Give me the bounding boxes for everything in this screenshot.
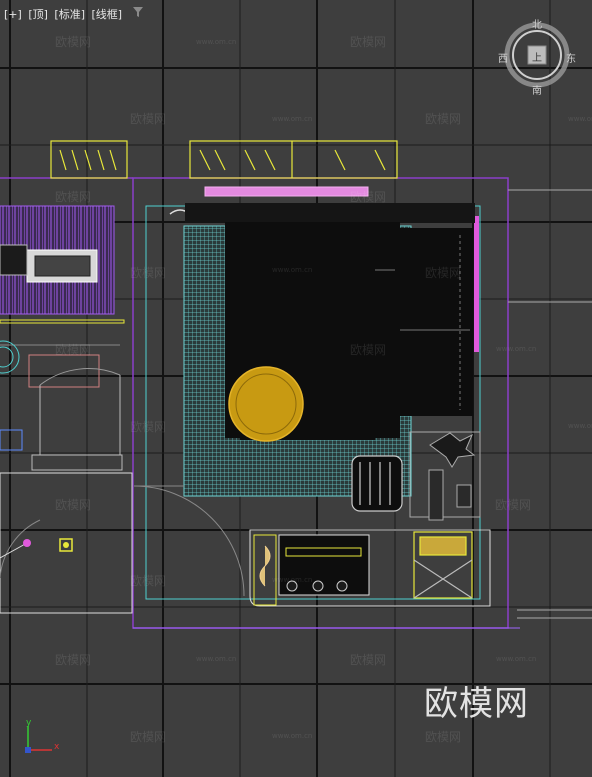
axis-x-label: x <box>54 742 60 752</box>
curtains[interactable] <box>169 203 475 223</box>
armchair[interactable] <box>351 455 403 512</box>
viewport-plus-menu[interactable]: [+] <box>4 8 22 21</box>
viewport-top-wireframe[interactable]: 欧模网 www.om.cn 欧模网 欧模网 www.om.cn 欧模网 www.… <box>0 0 592 777</box>
viewport-label-menu[interactable]: [+] [顶] [标准] [线框] <box>4 6 125 22</box>
compass-north-label: 北 <box>532 20 542 31</box>
viewport-display-menu[interactable]: [线框] <box>92 8 123 21</box>
watermark-logo-text: 欧模网 <box>424 684 529 724</box>
plant[interactable] <box>409 431 481 521</box>
funnel-icon[interactable] <box>132 6 144 18</box>
door-swing <box>0 485 245 597</box>
compass-west-label: 西 <box>498 54 508 65</box>
viewport-view-menu[interactable]: [顶] <box>28 8 48 21</box>
axis-y-label: y <box>26 718 32 728</box>
bathroom-tiles[interactable] <box>0 205 115 315</box>
viewport-canvas[interactable] <box>0 0 592 777</box>
compass-south-label: 南 <box>532 86 542 97</box>
bathroom-fixtures[interactable] <box>0 319 133 614</box>
viewport-shading-menu[interactable]: [标准] <box>54 8 85 21</box>
compass-east-label: 东 <box>566 54 576 65</box>
desk[interactable] <box>413 531 473 599</box>
window-left[interactable] <box>50 140 128 179</box>
window-right[interactable] <box>189 140 398 179</box>
round-stool[interactable] <box>228 366 304 442</box>
viewcube-top-face[interactable]: 上 <box>532 49 542 64</box>
